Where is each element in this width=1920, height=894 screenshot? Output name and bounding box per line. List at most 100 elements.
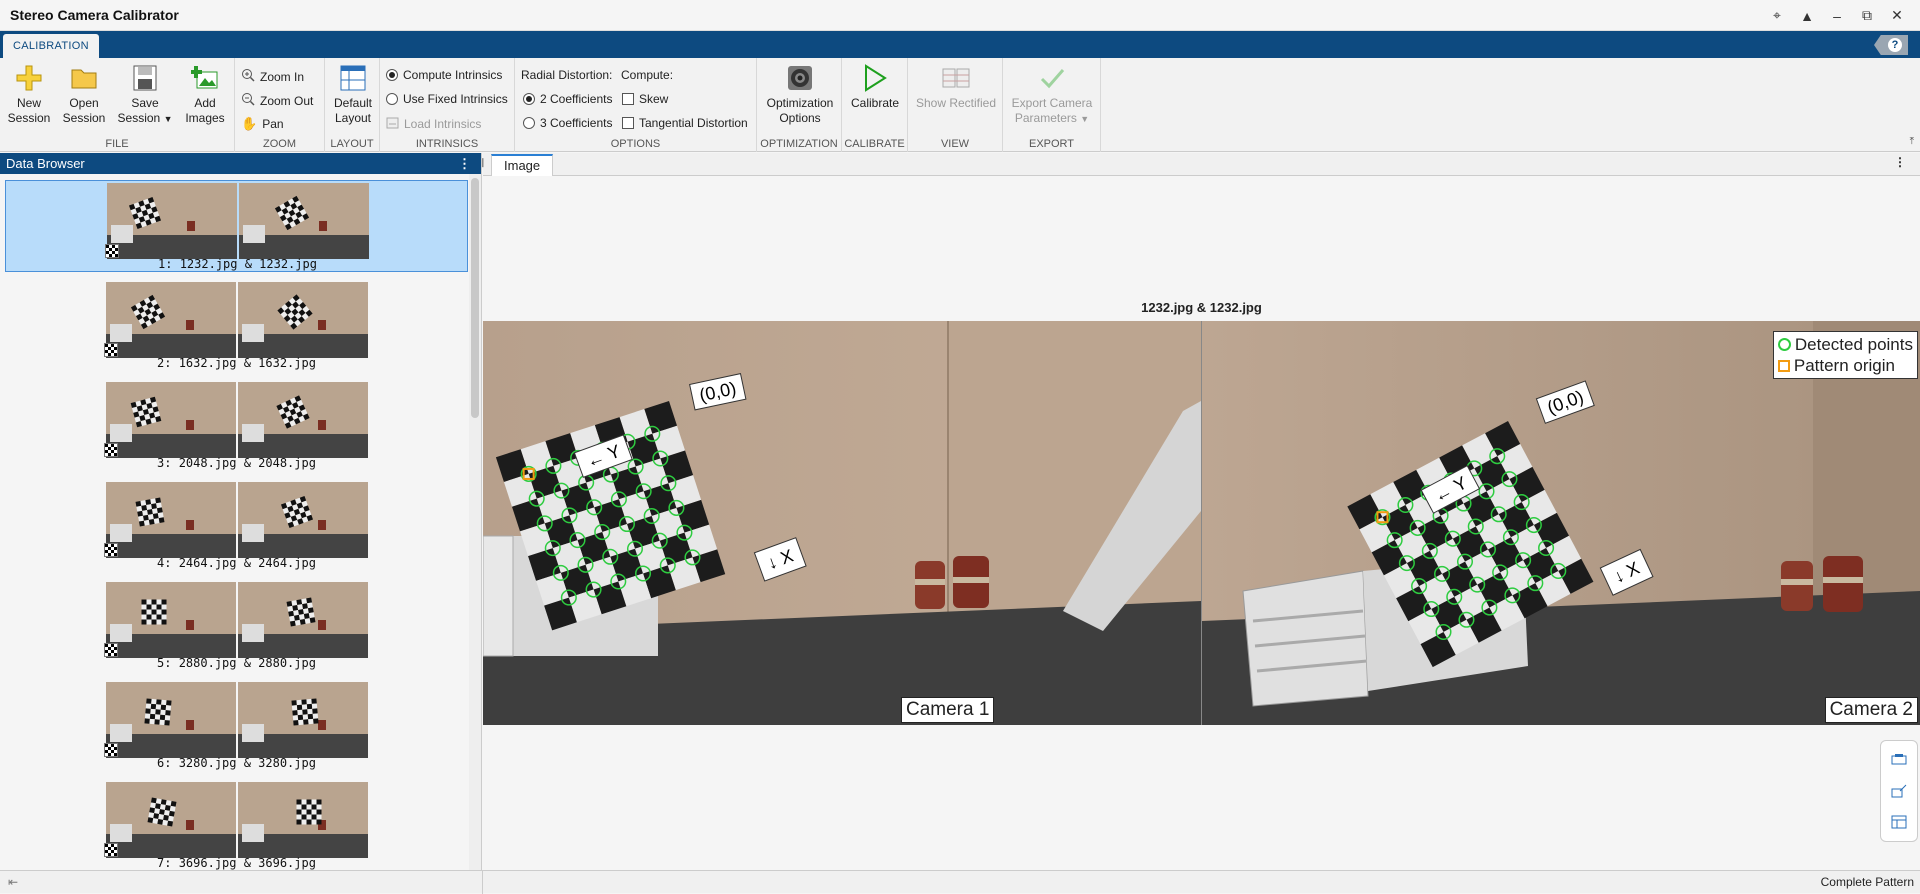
thumbnail-pair [106,382,368,458]
minimize-icon[interactable]: – [1822,8,1852,24]
rectified-icon [942,64,970,92]
image-title: 1232.jpg & 1232.jpg [1141,300,1262,315]
kebab-menu-icon[interactable]: ⋮ [1894,155,1906,169]
thumbnail-pair [107,183,369,259]
list-item-label: 5: 2880.jpg & 2880.jpg [157,656,316,670]
list-item-label: 6: 3280.jpg & 3280.jpg [157,756,316,770]
thumbnail-camera-1 [106,382,236,458]
new-session-button[interactable]: New Session [6,64,52,126]
list-item[interactable]: 2: 1632.jpg & 1632.jpg [5,280,468,372]
thumbnail-camera-1 [106,282,236,358]
show-rectified-button[interactable]: Show Rectified [911,64,1001,111]
zoom-out-button[interactable]: Zoom Out [241,92,313,109]
radio-selected-icon [386,69,398,81]
default-layout-button[interactable]: Default Layout [328,64,378,126]
load-intrinsics-button[interactable]: Load Intrinsics [386,116,481,132]
vertical-scrollbar[interactable] [469,174,481,870]
radio-selected-icon [523,93,535,105]
intrinsics-section: Compute Intrinsics Use Fixed Intrinsics … [380,58,515,152]
thumbnail-camera-2 [239,183,369,259]
save-session-button[interactable]: Save Session ▼ [116,64,174,127]
layout-section: Default Layout LAYOUT [325,58,380,152]
tab-image[interactable]: Image [491,154,554,176]
data-browser-panel: Data Browser ⋮ 1: 1232.jpg & 1232.jpg 2: … [0,153,482,870]
list-item[interactable]: 1: 1232.jpg & 1232.jpg [5,180,468,272]
help-button[interactable]: ? [1874,35,1908,55]
list-item[interactable]: 4: 2464.jpg & 2464.jpg [5,480,468,572]
orange-square-icon [1777,359,1790,372]
plus-icon [15,64,43,92]
play-icon [861,64,889,92]
legend-pattern-origin: Pattern origin [1777,355,1913,376]
datatip-icon[interactable] [1888,813,1910,831]
use-fixed-intrinsics-radio[interactable]: Use Fixed Intrinsics [386,92,508,106]
optimization-options-button[interactable]: Optimization Options [762,64,838,126]
checkerboard-icon [104,843,118,857]
collapse-ribbon-icon[interactable]: ▲ [1792,8,1822,24]
checkerboard-icon [104,543,118,557]
camera-2-label: Camera 2 [1824,697,1918,723]
options-section: Radial Distortion: Compute: 2 Coefficien… [515,58,757,152]
close-icon[interactable]: ✕ [1882,7,1912,24]
kebab-menu-icon[interactable]: ⋮ [458,153,471,174]
data-browser-title: Data Browser [6,156,85,171]
save-icon [131,64,159,92]
export-figure-icon[interactable] [1888,751,1910,769]
thumbnail-camera-1 [106,782,236,858]
checkbox-icon [622,93,634,105]
thumbnail-camera-2 [238,782,368,858]
restore-icon[interactable]: ⧉ [1852,7,1882,24]
add-images-button[interactable]: Add Images [182,64,228,126]
optimization-section: Optimization Options OPTIMIZATION [757,58,842,152]
radial-distortion-label: Radial Distortion: [521,68,613,82]
calibrate-section: Calibrate CALIBRATE [842,58,908,152]
two-coefficients-radio[interactable]: 2 Coefficients [523,92,613,106]
status-text: Complete Pattern [1820,875,1914,889]
scrollbar-thumb[interactable] [471,178,479,418]
list-item[interactable]: 5: 2880.jpg & 2880.jpg [5,580,468,672]
legend: Detected points Pattern origin [1772,331,1918,379]
calibrate-button[interactable]: Calibrate [847,64,903,111]
view-section: Show Rectified VIEW [908,58,1003,152]
layout-icon [339,64,367,92]
dropdown-arrow-icon: ▼ [1080,114,1090,124]
list-item[interactable]: 6: 3280.jpg & 3280.jpg [5,680,468,772]
window-controls: ⌖ ▲ – ⧉ ✕ [1762,0,1912,31]
thumbnail-pair [106,582,368,658]
pan-hand-icon: ✋ [241,116,258,131]
folder-icon [70,64,98,92]
collapse-left-icon[interactable]: ⇤ [8,875,18,889]
load-icon [386,116,399,132]
compute-intrinsics-radio[interactable]: Compute Intrinsics [386,68,502,82]
tab-calibration[interactable]: CALIBRATION [3,34,99,58]
thumbnail-camera-2 [238,682,368,758]
thumbnail-pair [106,482,368,558]
checkerboard-icon [104,343,118,357]
export-section: Export Camera Parameters ▼ EXPORT [1003,58,1101,152]
pan-button[interactable]: ✋ Pan [241,116,284,132]
checkerboard-icon [105,244,119,258]
pin-icon[interactable]: ⌖ [1762,7,1792,24]
radio-unselected-icon [523,117,535,129]
camera-1-label: Camera 1 [901,697,995,723]
thumbnail-camera-1 [106,582,236,658]
thumbnail-camera-2 [238,582,368,658]
list-item-label: 7: 3696.jpg & 3696.jpg [157,856,316,870]
three-coefficients-radio[interactable]: 3 Coefficients [523,116,613,130]
help-icon: ? [1888,38,1902,52]
open-session-button[interactable]: Open Session [60,64,108,126]
zoom-section-label: ZOOM [263,138,296,150]
optimization-section-label: OPTIMIZATION [760,138,838,150]
list-item[interactable]: 7: 3696.jpg & 3696.jpg [5,780,468,870]
list-item[interactable]: 3: 2048.jpg & 2048.jpg [5,380,468,472]
thumbnail-pair [106,682,368,758]
zoom-in-button[interactable]: Zoom In [241,68,304,85]
skew-checkbox[interactable]: Skew [622,92,668,106]
compute-label: Compute: [621,68,674,82]
export-camera-parameters-button[interactable]: Export Camera Parameters ▼ [1005,64,1099,127]
tangential-distortion-checkbox[interactable]: Tangential Distortion [622,116,748,130]
collapse-toolstrip-icon[interactable]: ⤒ [1910,136,1914,147]
brush-icon[interactable] [1888,782,1910,800]
thumbnail-camera-2 [238,482,368,558]
panel-divider-grip-icon[interactable]: ❙ [479,157,487,168]
